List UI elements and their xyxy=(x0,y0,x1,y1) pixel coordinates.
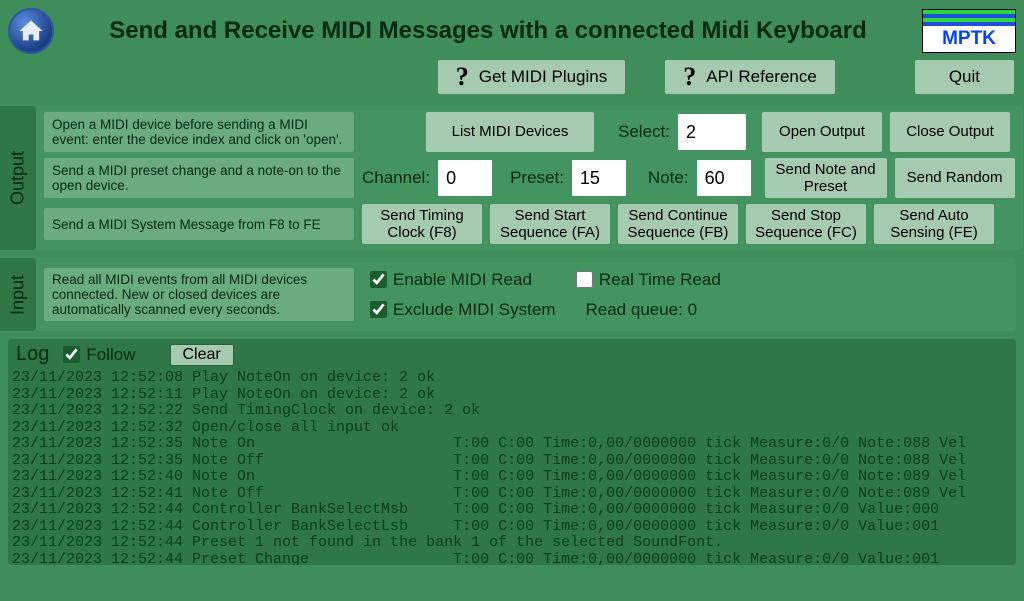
input-section: Input Read all MIDI events from all MIDI… xyxy=(0,254,1024,335)
send-timing-clock-button[interactable]: Send Timing Clock (F8) xyxy=(362,204,482,244)
send-note-preset-button[interactable]: Send Note and Preset xyxy=(765,158,887,198)
output-section: Output Open a MIDI device before sending… xyxy=(0,102,1024,254)
exclude-midi-system-field[interactable]: Exclude MIDI System xyxy=(370,300,556,320)
output-row-send: Send a MIDI preset change and a note-on … xyxy=(44,158,1015,198)
row-description: Read all MIDI events from all MIDI devic… xyxy=(44,268,354,321)
logo-stripes xyxy=(923,10,1015,26)
log-title: Log xyxy=(16,343,49,366)
log-panel: Log Follow Clear 23/11/2023 12:52:08 Pla… xyxy=(8,339,1016,565)
note-label: Note: xyxy=(648,168,689,188)
quit-button[interactable]: Quit xyxy=(915,60,1014,94)
send-continue-sequence-button[interactable]: Send Continue Sequence (FB) xyxy=(618,204,738,244)
home-icon xyxy=(17,17,45,45)
api-reference-button[interactable]: ? API Reference xyxy=(665,60,835,94)
follow-field[interactable]: Follow xyxy=(63,345,135,365)
clear-button[interactable]: Clear xyxy=(170,344,234,366)
list-midi-devices-button[interactable]: List MIDI Devices xyxy=(426,112,594,152)
output-panel: Open a MIDI device before sending a MIDI… xyxy=(36,106,1023,250)
real-time-read-checkbox[interactable] xyxy=(576,271,593,288)
question-icon: ? xyxy=(456,62,469,92)
header: Send and Receive MIDI Messages with a co… xyxy=(0,0,1024,58)
home-button[interactable] xyxy=(8,8,54,54)
enable-midi-read-field[interactable]: Enable MIDI Read xyxy=(370,270,532,290)
log-body[interactable]: 23/11/2023 12:52:08 Play NoteOn on devic… xyxy=(8,370,1016,565)
input-panel: Read all MIDI events from all MIDI devic… xyxy=(36,258,1016,331)
page-title: Send and Receive MIDI Messages with a co… xyxy=(54,17,922,45)
logo: MPTK xyxy=(922,9,1016,53)
enable-midi-read-checkbox[interactable] xyxy=(370,271,387,288)
open-output-button[interactable]: Open Output xyxy=(762,112,882,152)
top-buttons: ? Get MIDI Plugins ? API Reference Quit xyxy=(0,58,1024,102)
send-random-button[interactable]: Send Random xyxy=(895,158,1015,198)
exclude-midi-system-checkbox[interactable] xyxy=(370,301,387,318)
checkbox-label: Exclude MIDI System xyxy=(393,300,556,320)
output-row-system: Send a MIDI System Message from F8 to FE… xyxy=(44,204,1015,244)
preset-label: Preset: xyxy=(510,168,564,188)
real-time-read-field[interactable]: Real Time Read xyxy=(576,270,721,290)
follow-checkbox[interactable] xyxy=(63,346,80,363)
select-input[interactable] xyxy=(678,114,746,150)
send-start-sequence-button[interactable]: Send Start Sequence (FA) xyxy=(490,204,610,244)
checkbox-label: Real Time Read xyxy=(599,270,721,290)
row-description: Open a MIDI device before sending a MIDI… xyxy=(44,112,354,152)
button-label: API Reference xyxy=(706,67,817,87)
select-label: Select: xyxy=(618,122,670,142)
channel-label: Channel: xyxy=(362,168,430,188)
row-description: Send a MIDI preset change and a note-on … xyxy=(44,158,354,198)
output-row-open: Open a MIDI device before sending a MIDI… xyxy=(44,112,1015,152)
send-auto-sensing-button[interactable]: Send Auto Sensing (FE) xyxy=(874,204,994,244)
note-input[interactable] xyxy=(697,160,751,196)
read-queue-label: Read queue: 0 xyxy=(586,300,698,320)
checkbox-label: Follow xyxy=(86,345,135,365)
close-output-button[interactable]: Close Output xyxy=(890,112,1010,152)
input-panel-label: Input xyxy=(0,258,36,331)
preset-input[interactable] xyxy=(572,160,626,196)
log-header: Log Follow Clear xyxy=(8,339,1016,370)
checkbox-label: Enable MIDI Read xyxy=(393,270,532,290)
row-description: Send a MIDI System Message from F8 to FE xyxy=(44,208,354,240)
send-stop-sequence-button[interactable]: Send Stop Sequence (FC) xyxy=(746,204,866,244)
output-panel-label: Output xyxy=(0,106,36,250)
button-label: Get MIDI Plugins xyxy=(479,67,608,87)
question-icon: ? xyxy=(683,62,696,92)
channel-input[interactable] xyxy=(438,160,492,196)
get-midi-plugins-button[interactable]: ? Get MIDI Plugins xyxy=(438,60,626,94)
logo-text: MPTK xyxy=(923,26,1015,52)
input-row: Read all MIDI events from all MIDI devic… xyxy=(44,268,1008,321)
